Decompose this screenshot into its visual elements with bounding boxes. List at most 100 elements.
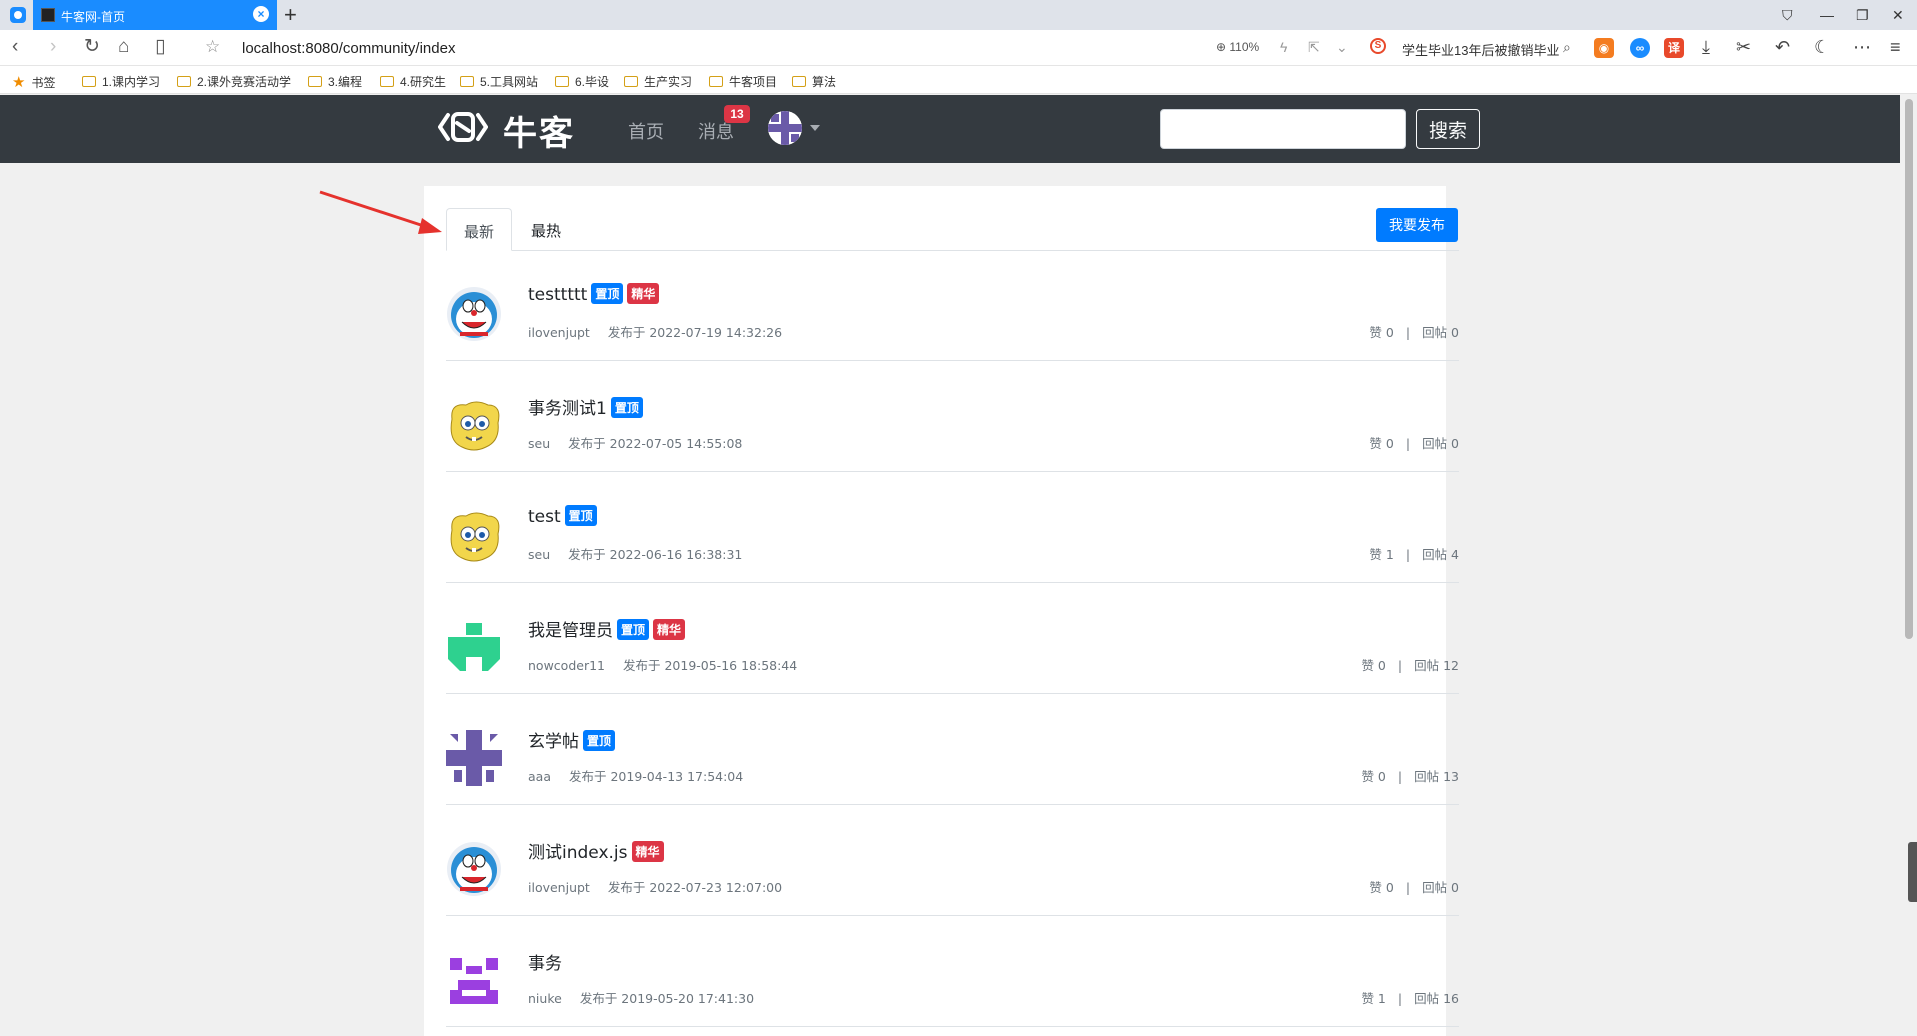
post-title[interactable]: 事务测试1 置顶 bbox=[528, 394, 643, 419]
bookmark-item[interactable]: 2.课外竞赛活动学 bbox=[177, 73, 291, 90]
message-count-badge[interactable]: 13 bbox=[724, 105, 750, 123]
post-title-text[interactable]: 我是管理员 bbox=[528, 621, 613, 641]
user-avatar-icon[interactable] bbox=[768, 111, 802, 145]
folder-icon bbox=[177, 76, 191, 87]
post-date: 发布于 2022-06-16 16:38:31 bbox=[568, 547, 743, 562]
forward-icon[interactable]: › bbox=[50, 36, 56, 58]
violet-identicon[interactable] bbox=[446, 952, 502, 1008]
back-icon[interactable]: ‹ bbox=[12, 36, 18, 58]
browser-logo-icon[interactable] bbox=[10, 7, 26, 23]
post-date: 发布于 2019-05-16 18:58:44 bbox=[622, 658, 798, 673]
reply-count: 回帖 0 bbox=[1422, 325, 1459, 340]
green-identicon[interactable] bbox=[446, 619, 502, 675]
doraemon-icon[interactable] bbox=[446, 286, 502, 342]
scissors-icon[interactable]: ✂ bbox=[1736, 37, 1751, 57]
bookmark-star-icon[interactable]: ☆ bbox=[205, 37, 220, 57]
download-icon[interactable]: ⤓ bbox=[1702, 37, 1710, 57]
post-title[interactable]: 我是管理员 置顶 精华 bbox=[528, 616, 686, 641]
publish-post-button[interactable]: 我要发布 bbox=[1376, 208, 1458, 242]
tab-hottest[interactable]: 最热 bbox=[514, 208, 578, 251]
reader-mode-icon[interactable]: ▯ bbox=[155, 36, 165, 58]
bookmark-item[interactable]: ★ 书签 bbox=[12, 73, 55, 91]
bookmark-item[interactable]: 算法 bbox=[792, 73, 836, 90]
reload-icon[interactable]: ↻ bbox=[84, 36, 100, 58]
post-stats: 赞 1 | 回帖 4 bbox=[1369, 544, 1459, 563]
url-field[interactable]: localhost:8080/community/index bbox=[242, 40, 455, 57]
side-widget-handle[interactable] bbox=[1908, 842, 1917, 902]
post-title-text[interactable]: 事务 bbox=[528, 954, 562, 974]
tab-latest[interactable]: 最新 bbox=[446, 208, 513, 251]
skin-icon[interactable]: ⛉ bbox=[1782, 5, 1793, 25]
post-meta: aaa 发布于 2019-04-13 17:54:04 bbox=[528, 766, 743, 785]
bookmark-item[interactable]: 6.毕设 bbox=[555, 73, 609, 90]
essence-badge: 精华 bbox=[631, 841, 664, 862]
yellow-monster-icon[interactable] bbox=[446, 508, 502, 564]
bookmark-item[interactable]: 生产实习 bbox=[624, 73, 692, 90]
close-tab-icon[interactable]: × bbox=[253, 6, 269, 22]
minimize-icon[interactable]: — bbox=[1820, 5, 1834, 25]
doraemon-icon[interactable] bbox=[446, 841, 502, 897]
menu-icon[interactable]: ≡ bbox=[1890, 37, 1901, 57]
nowcoder-logo-icon[interactable] bbox=[438, 109, 488, 145]
post-author: niuke bbox=[528, 991, 562, 1006]
site-favicon-icon bbox=[41, 8, 55, 22]
scrollbar-thumb[interactable] bbox=[1905, 99, 1913, 639]
post-meta: ilovenjupt 发布于 2022-07-23 12:07:00 bbox=[528, 877, 782, 896]
logo-text[interactable]: 牛客 bbox=[503, 106, 575, 155]
bookmark-item[interactable]: 3.编程 bbox=[308, 73, 362, 90]
like-count: 赞 0 bbox=[1369, 880, 1394, 895]
zoom-level[interactable]: ⊕ 110% bbox=[1216, 40, 1259, 54]
search-icon[interactable]: ⌕ bbox=[1563, 39, 1571, 56]
more-icon[interactable]: ⋯ bbox=[1853, 37, 1871, 57]
sort-tabs: 最新 最热 bbox=[446, 208, 1459, 251]
news-ticker[interactable]: 学生毕业13年后被撤销毕业 bbox=[1402, 40, 1560, 59]
window-close-icon[interactable]: ✕ bbox=[1892, 5, 1904, 25]
purple-identicon[interactable] bbox=[446, 730, 502, 786]
search-engine-icon[interactable]: S bbox=[1370, 38, 1386, 54]
stats-separator: | bbox=[1397, 991, 1403, 1006]
post-title[interactable]: testtttt 置顶 精华 bbox=[528, 283, 660, 305]
post-row: testtttt 置顶 精华 ilovenjupt 发布于 2022-07-19 14:… bbox=[446, 250, 1459, 361]
bookmark-item[interactable]: 4.研究生 bbox=[380, 73, 446, 90]
nav-home-link[interactable]: 首页 bbox=[628, 118, 664, 144]
user-dropdown-caret-icon[interactable] bbox=[810, 125, 820, 131]
translate-extension-icon[interactable]: 译 bbox=[1664, 38, 1684, 58]
like-count: 赞 0 bbox=[1361, 769, 1386, 784]
post-title[interactable]: 事务 bbox=[528, 949, 562, 974]
lightning-icon[interactable]: ϟ bbox=[1280, 39, 1287, 55]
search-input[interactable] bbox=[1160, 109, 1406, 149]
reply-count: 回帖 0 bbox=[1422, 880, 1459, 895]
bookmark-item[interactable]: 1.课内学习 bbox=[82, 73, 160, 90]
night-mode-icon[interactable]: ☾ bbox=[1814, 37, 1830, 57]
bookmark-item[interactable]: 5.工具网站 bbox=[460, 73, 538, 90]
post-stats: 赞 0 | 回帖 0 bbox=[1369, 877, 1459, 896]
home-icon[interactable]: ⌂ bbox=[118, 36, 129, 58]
search-button[interactable]: 搜索 bbox=[1416, 109, 1480, 149]
browser-tab-active[interactable]: 牛客网-首页 × bbox=[33, 0, 277, 30]
folder-icon bbox=[460, 76, 474, 87]
post-title-text[interactable]: 事务测试1 bbox=[528, 399, 607, 419]
reply-count: 回帖 12 bbox=[1414, 658, 1459, 673]
folder-icon bbox=[380, 76, 394, 87]
undo-icon[interactable]: ↶ bbox=[1775, 37, 1790, 57]
post-title-text[interactable]: test bbox=[528, 507, 561, 527]
dropdown-chevron-icon[interactable]: ⌄ bbox=[1336, 39, 1348, 56]
pinned-badge: 置顶 bbox=[564, 505, 597, 526]
yellow-monster-icon[interactable] bbox=[446, 397, 502, 453]
infinity-extension-icon[interactable]: ∞ bbox=[1630, 38, 1650, 58]
post-title-text[interactable]: testtttt bbox=[528, 285, 587, 305]
post-date: 发布于 2019-05-20 17:41:30 bbox=[579, 991, 755, 1006]
new-tab-icon[interactable]: + bbox=[284, 2, 297, 28]
post-title-text[interactable]: 测试index.js bbox=[528, 843, 628, 863]
restore-icon[interactable]: ❐ bbox=[1856, 5, 1869, 25]
post-title[interactable]: 测试index.js 精华 bbox=[528, 838, 664, 863]
post-date: 发布于 2019-04-13 17:54:04 bbox=[568, 769, 744, 784]
post-row: 事务测试1 置顶 seu 发布于 2022-07-05 14:55:08 赞 0 | 回帖 … bbox=[446, 361, 1459, 472]
bookmark-item[interactable]: 牛客项目 bbox=[709, 73, 777, 90]
post-title[interactable]: 玄学帖 置顶 bbox=[528, 727, 616, 752]
share-icon[interactable]: ⇱ bbox=[1308, 39, 1320, 56]
game-extension-icon[interactable]: ◉ bbox=[1594, 38, 1614, 58]
reply-count: 回帖 0 bbox=[1422, 436, 1459, 451]
post-title[interactable]: test 置顶 bbox=[528, 505, 597, 527]
post-title-text[interactable]: 玄学帖 bbox=[528, 732, 579, 752]
